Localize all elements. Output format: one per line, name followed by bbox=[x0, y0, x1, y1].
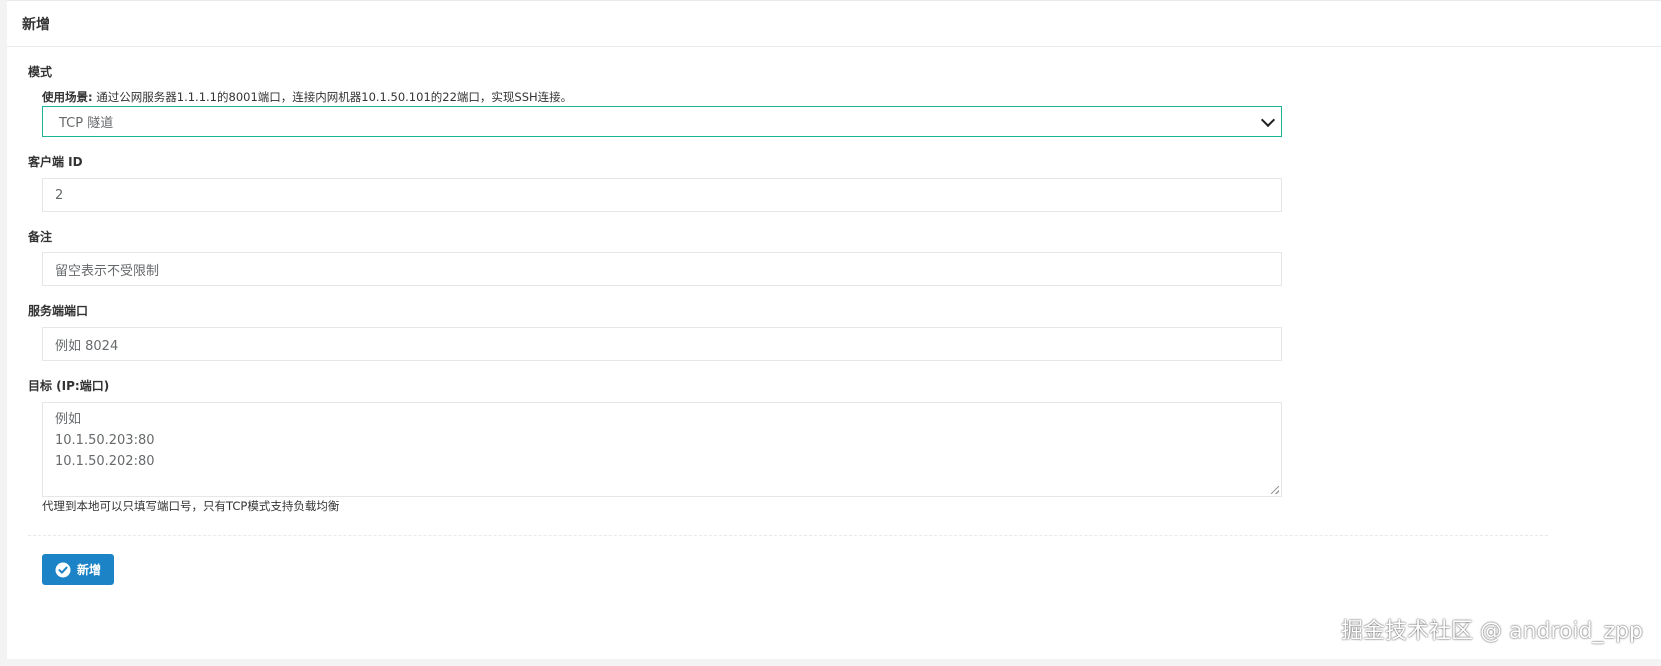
target-label: 目标 (IP:端口) bbox=[28, 379, 110, 393]
target-help-text: 代理到本地可以只填写端口号，只有TCP模式支持负载均衡 bbox=[42, 499, 340, 513]
client-id-value: 2 bbox=[55, 187, 64, 203]
mode-label: 模式 bbox=[28, 65, 53, 79]
watermark-text: 掘金技术社区 @ android_zpp bbox=[1341, 619, 1643, 644]
mode-hint-prefix: 使用场景: bbox=[42, 90, 93, 104]
target-placeholder-line: 例如 bbox=[55, 412, 82, 427]
mode-hint-text: 通过公网服务器1.1.1.1的8001端口，连接内网机器10.1.50.101的… bbox=[92, 90, 573, 104]
resize-handle-icon[interactable] bbox=[1271, 486, 1279, 494]
mode-selected-value: TCP 隧道 bbox=[59, 116, 114, 131]
panel-title: 新增 bbox=[22, 16, 50, 33]
remark-placeholder: 留空表示不受限制 bbox=[55, 263, 160, 279]
server-port-placeholder: 例如 8024 bbox=[55, 338, 119, 354]
client-id-label: 客户端 ID bbox=[28, 155, 83, 169]
remark-label: 备注 bbox=[28, 230, 53, 244]
remark-input[interactable]: 留空表示不受限制 bbox=[42, 252, 1282, 286]
server-port-label: 服务端端口 bbox=[28, 304, 89, 318]
panel-header: 新增 bbox=[7, 1, 1661, 47]
form-divider bbox=[28, 535, 1548, 536]
target-textarea[interactable]: 例如 10.1.50.203:80 10.1.50.202:80 bbox=[42, 402, 1282, 497]
form-panel: 新增 模式 使用场景: 通过公网服务器1.1.1.1的8001端口，连接内网机器… bbox=[7, 0, 1661, 659]
client-id-input[interactable]: 2 bbox=[42, 178, 1282, 212]
server-port-input[interactable]: 例如 8024 bbox=[42, 327, 1282, 361]
mode-select[interactable]: TCP 隧道 bbox=[42, 106, 1282, 137]
check-circle-icon bbox=[55, 562, 71, 577]
target-placeholder-line: 10.1.50.202:80 bbox=[55, 454, 155, 469]
chevron-down-icon bbox=[1260, 112, 1276, 127]
target-placeholder-line: 10.1.50.203:80 bbox=[55, 433, 155, 448]
mode-hint: 使用场景: 通过公网服务器1.1.1.1的8001端口，连接内网机器10.1.5… bbox=[42, 89, 572, 105]
submit-add-button[interactable]: 新增 bbox=[42, 554, 114, 585]
submit-add-label: 新增 bbox=[76, 563, 101, 577]
